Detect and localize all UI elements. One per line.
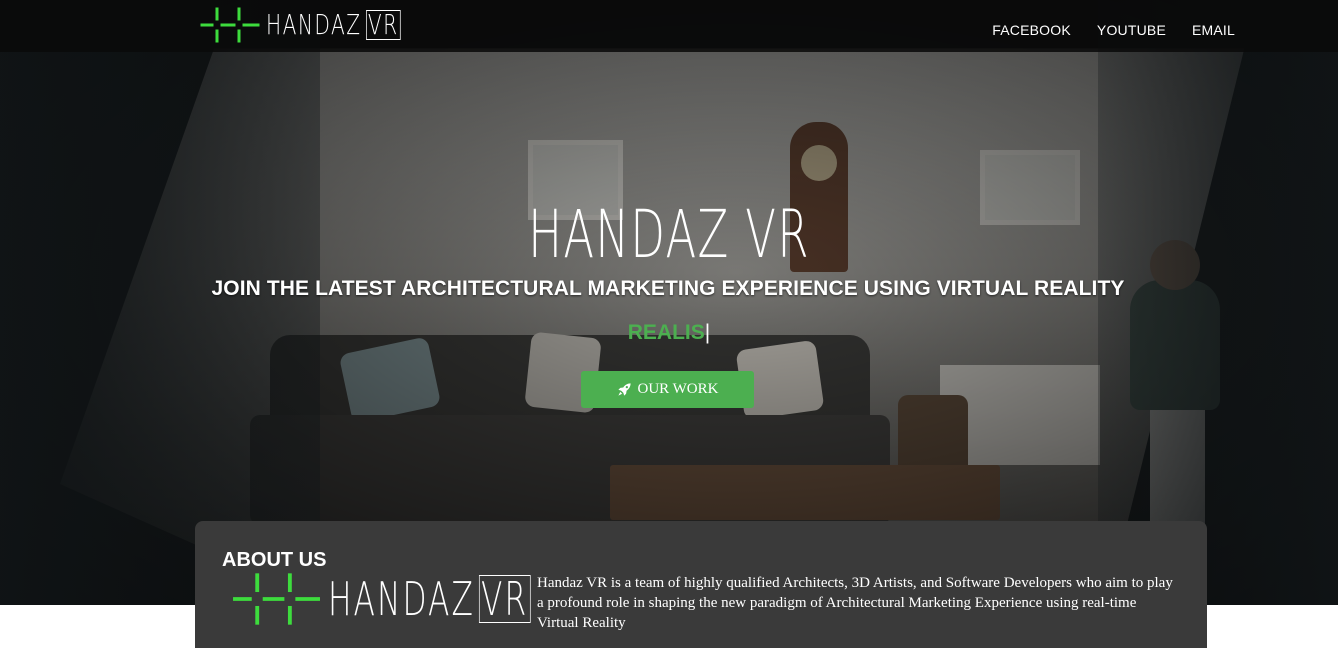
social-nav: FACEBOOK YOUTUBE EMAIL — [992, 22, 1235, 38]
nav-link-facebook[interactable]: FACEBOOK — [992, 22, 1071, 38]
about-logo-name: HANDAZ — [328, 572, 475, 626]
typed-word: REALIS — [627, 321, 705, 344]
brand-suffix: VR — [365, 10, 401, 40]
our-work-button[interactable]: OUR WORK — [581, 371, 754, 408]
hero-title: HANDAZ VR — [528, 196, 810, 273]
left-shadow — [0, 0, 320, 605]
about-section: ABOUT US HANDAZ VR Handaz VR is a team of… — [195, 521, 1207, 648]
grid-crosshair-logo-icon — [200, 7, 260, 43]
about-wordmark: HANDAZ VR — [328, 572, 531, 626]
hero-subtitle: JOIN THE LATEST ARCHITECTURAL MARKETING … — [211, 277, 1125, 300]
typing-cursor: | — [704, 321, 711, 344]
rocket-icon — [617, 383, 631, 396]
nav-link-email[interactable]: EMAIL — [1192, 22, 1235, 38]
right-shadow — [1098, 0, 1338, 605]
nav-link-youtube[interactable]: YOUTUBE — [1097, 22, 1166, 38]
brand-logo-link[interactable]: HANDAZ VR — [200, 6, 453, 44]
grid-crosshair-logo-icon — [233, 573, 320, 625]
brand-wordmark: HANDAZ VR — [266, 10, 401, 40]
typed-text: REALIS| — [0, 321, 1338, 345]
our-work-label: OUR WORK — [637, 381, 719, 397]
hero-background — [0, 0, 1338, 605]
about-logo-suffix: VR — [479, 575, 531, 623]
top-navbar: HANDAZ VR FACEBOOK YOUTUBE EMAIL — [0, 0, 1338, 52]
brand-name: HANDAZ — [266, 8, 362, 41]
about-description: Handaz VR is a team of highly qualified … — [537, 575, 1173, 631]
